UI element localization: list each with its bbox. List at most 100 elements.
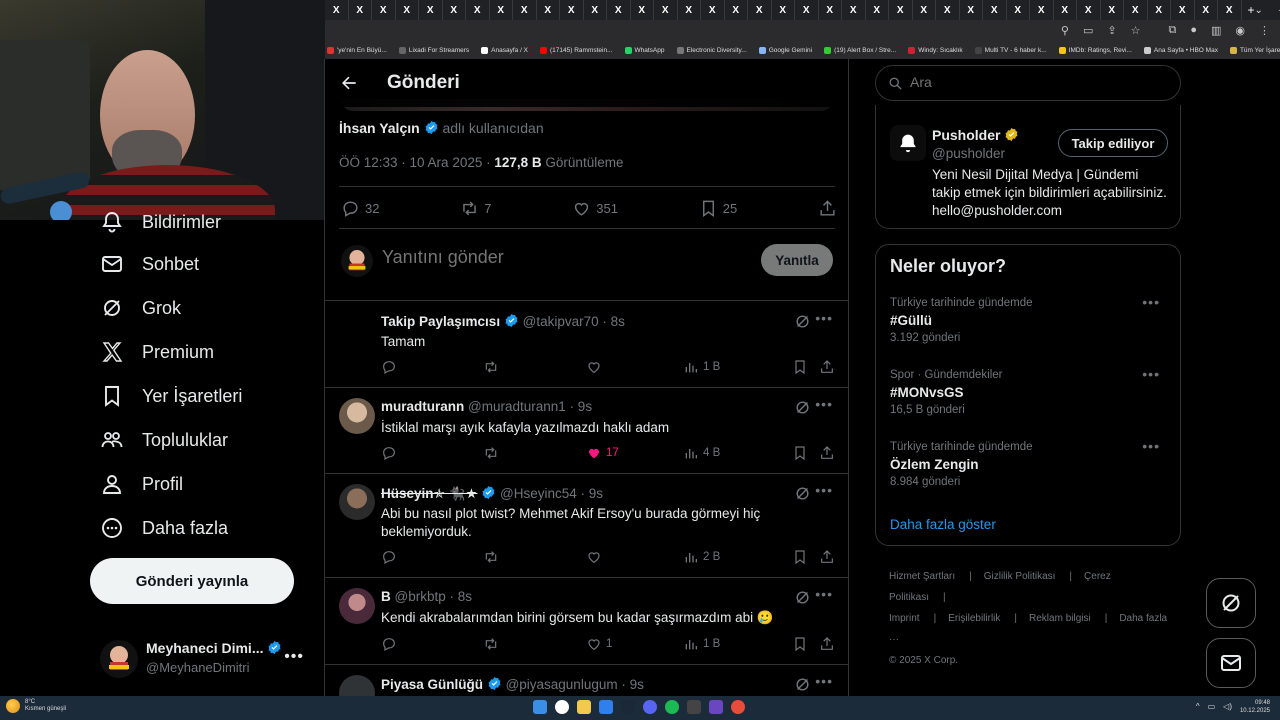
- zoom-icon[interactable]: ⚲: [1061, 24, 1069, 37]
- browser-tab[interactable]: X: [325, 0, 349, 20]
- grok-icon[interactable]: [794, 485, 811, 502]
- clock[interactable]: 09:48 10.12.2025: [1240, 699, 1270, 715]
- footer-link[interactable]: Reklam bilgisi: [1029, 613, 1091, 624]
- account-icon[interactable]: ◉: [1235, 24, 1245, 37]
- bookmark-item[interactable]: WhatsApp: [624, 47, 665, 54]
- reply-handle[interactable]: @muradturann1: [468, 399, 566, 414]
- share-action[interactable]: [819, 549, 835, 565]
- reply-author[interactable]: B: [381, 589, 391, 604]
- reply-item[interactable]: Piyasa Günlüğü @piyasagunlugum · 9s •••: [325, 665, 848, 696]
- browser-tab[interactable]: X: [443, 0, 466, 20]
- browser-tab[interactable]: X: [1148, 0, 1171, 20]
- browser-tab[interactable]: X: [584, 0, 607, 20]
- browser-icon[interactable]: [599, 700, 613, 714]
- reply-action[interactable]: [381, 549, 483, 565]
- pusholder-avatar[interactable]: [890, 125, 926, 161]
- cast-icon[interactable]: ▭: [1083, 24, 1093, 37]
- browser-tab[interactable]: X: [1218, 0, 1242, 20]
- star-icon[interactable]: ☆: [1131, 24, 1141, 37]
- post-button[interactable]: Gönderi yayınla: [90, 558, 294, 604]
- browser-tab[interactable]: X: [913, 0, 936, 20]
- bookmark-item[interactable]: Anasayfa / X: [481, 47, 528, 54]
- trend-item[interactable]: Spor · Gündemdekiler #MONvsGS 16,5 B gönde…: [890, 366, 1168, 416]
- profile-name[interactable]: Pusholder: [932, 127, 1019, 143]
- nav-item-bell[interactable]: Bildirimler: [100, 210, 221, 234]
- repost-action[interactable]: [483, 359, 586, 375]
- browser-tab[interactable]: X: [1171, 0, 1195, 20]
- grok-icon[interactable]: [794, 313, 811, 330]
- reply-author[interactable]: Hüseyin✯ 🐈‍⬛★: [381, 486, 478, 501]
- browser-tab[interactable]: X: [631, 0, 654, 20]
- post-author[interactable]: İhsan Yalçın: [339, 120, 420, 136]
- footer-link[interactable]: Hizmet Şartları: [889, 571, 955, 582]
- following-button[interactable]: Takip ediliyor: [1058, 129, 1168, 157]
- browser-tab[interactable]: X: [560, 0, 584, 20]
- reply-item[interactable]: Takip Paylaşımcısı @takipvar70 · 8s ••• Ta…: [325, 302, 848, 388]
- browser-tab[interactable]: X: [372, 0, 396, 20]
- more-icon[interactable]: •••: [1142, 294, 1160, 310]
- avatar[interactable]: [339, 398, 375, 434]
- nav-item-bookmark[interactable]: Yer İşaretleri: [100, 384, 242, 408]
- reply-action[interactable]: [381, 636, 483, 652]
- browser-tab[interactable]: X: [819, 0, 842, 20]
- browser-tab[interactable]: X: [936, 0, 960, 20]
- browser-tab[interactable]: X: [842, 0, 866, 20]
- like-action[interactable]: 17: [586, 445, 683, 461]
- more-icon[interactable]: •••: [1142, 438, 1160, 454]
- kebab-menu-icon[interactable]: ⋮: [1259, 24, 1270, 37]
- avatar[interactable]: [339, 484, 375, 520]
- nav-item-x-logo[interactable]: Premium: [100, 340, 214, 364]
- browser-tab[interactable]: X: [1054, 0, 1077, 20]
- browser-tab[interactable]: X: [678, 0, 701, 20]
- views-action[interactable]: 4 B: [683, 445, 792, 461]
- footer-link[interactable]: Gizlilik Politikası: [984, 571, 1056, 582]
- more-icon[interactable]: •••: [815, 310, 833, 326]
- more-icon[interactable]: •••: [1142, 366, 1160, 382]
- avatar[interactable]: [339, 312, 375, 348]
- bookmark-action[interactable]: [792, 445, 819, 461]
- like-action[interactable]: [586, 549, 683, 565]
- share-action[interactable]: [818, 199, 837, 218]
- reply-time[interactable]: · 8s: [450, 589, 473, 604]
- reply-item[interactable]: B @brkbtp · 8s ••• Kendi akrabalarımdan bi…: [325, 578, 848, 665]
- post-timestamp[interactable]: ÖÖ 12:33 · 10 Ara 2025 ·: [339, 155, 491, 170]
- reply-time[interactable]: · 9s: [581, 486, 604, 501]
- repost-action[interactable]: [483, 549, 586, 565]
- nav-item-grok[interactable]: Grok: [100, 296, 181, 320]
- trend-item[interactable]: Türkiye tarihinde gündemde Özlem Zengin 8.…: [890, 438, 1168, 488]
- browser-tab[interactable]: X: [772, 0, 795, 20]
- browser-tab[interactable]: X: [1101, 0, 1124, 20]
- nav-item-people[interactable]: Topluluklar: [100, 428, 228, 452]
- reply-action[interactable]: 32: [341, 199, 379, 218]
- reply-input[interactable]: [382, 247, 742, 268]
- reply-item[interactable]: muradturann @muradturann1 · 9s ••• İstikla…: [325, 388, 848, 474]
- bookmark-action[interactable]: [792, 549, 819, 565]
- reply-item[interactable]: Hüseyin✯ 🐈‍⬛★ @Hseyinc54 · 9s ••• Abi bu n…: [325, 474, 848, 578]
- speaker-icon[interactable]: ◁): [1223, 702, 1232, 711]
- account-switcher[interactable]: Meyhaneci Dimi... @MeyhaneDimitri •••: [100, 634, 310, 684]
- spotify-icon[interactable]: [665, 700, 679, 714]
- bookmark-item[interactable]: Lixadi For Streamers: [398, 47, 469, 54]
- search-input[interactable]: [910, 74, 1160, 90]
- bookmark-item[interactable]: Windy: Sıcaklık: [908, 47, 963, 54]
- more-icon[interactable]: •••: [815, 673, 833, 689]
- reply-author[interactable]: Takip Paylaşımcısı: [381, 314, 500, 329]
- reply-time[interactable]: · 8s: [602, 314, 625, 329]
- start-icon[interactable]: [533, 700, 547, 714]
- browser-tab[interactable]: X: [866, 0, 889, 20]
- more-icon[interactable]: •••: [815, 586, 833, 602]
- like-action[interactable]: 351: [572, 199, 618, 218]
- extensions-icon[interactable]: ⧉: [1168, 24, 1176, 37]
- browser-tab[interactable]: X: [889, 0, 913, 20]
- steam-icon[interactable]: [621, 700, 635, 714]
- reply-author[interactable]: Piyasa Günlüğü: [381, 677, 483, 692]
- avatar[interactable]: [339, 588, 375, 624]
- like-action[interactable]: 1: [586, 636, 683, 652]
- bookmark-item[interactable]: (19) Alert Box / Stre...: [824, 47, 896, 54]
- grok-fab[interactable]: [1206, 578, 1256, 628]
- bookmark-item[interactable]: Electronic Diversity...: [676, 47, 747, 54]
- reply-handle[interactable]: @takipvar70: [523, 314, 599, 329]
- browser-tab[interactable]: X: [1195, 0, 1218, 20]
- profile-icon[interactable]: ●: [1190, 24, 1197, 37]
- repost-action[interactable]: [483, 636, 586, 652]
